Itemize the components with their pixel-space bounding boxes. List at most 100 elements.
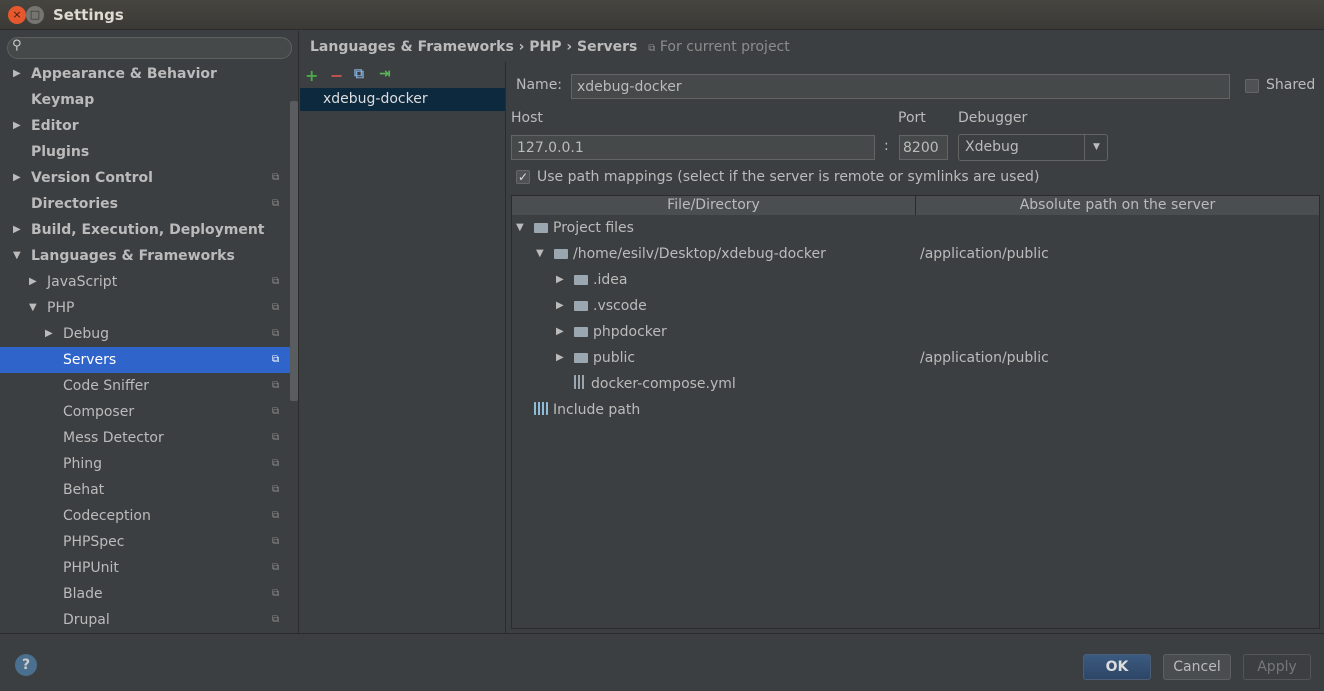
add-icon[interactable]: + bbox=[305, 66, 318, 85]
table-row[interactable]: ▼ /home/esilv/Desktop/xdebug-docker/appli… bbox=[512, 241, 1319, 267]
cancel-button[interactable]: Cancel bbox=[1163, 654, 1231, 680]
port-input[interactable] bbox=[899, 135, 948, 160]
ok-button[interactable]: OK bbox=[1083, 654, 1151, 680]
copy-icon[interactable]: ⧉ bbox=[354, 66, 364, 82]
debugger-select[interactable]: Xdebug ▼ bbox=[958, 134, 1108, 161]
table-row[interactable]: ▶ .vscode bbox=[512, 293, 1319, 319]
sidebar-item-keymap[interactable]: Keymap bbox=[0, 87, 290, 113]
yaml-file-icon bbox=[574, 375, 586, 389]
project-scope-icon: ⧉ bbox=[272, 276, 280, 287]
sidebar-item-javascript[interactable]: ▶ JavaScript ⧉ bbox=[0, 269, 290, 295]
sidebar-item-label: PHP bbox=[47, 300, 75, 316]
collapsed-arrow-icon[interactable]: ▶ bbox=[13, 217, 21, 243]
table-row[interactable]: docker-compose.yml bbox=[512, 371, 1319, 397]
debugger-value: Xdebug bbox=[965, 139, 1019, 155]
debugger-label: Debugger bbox=[958, 110, 1028, 126]
path-mappings-table: File/Directory Absolute path on the serv… bbox=[511, 195, 1320, 629]
collapsed-arrow-icon[interactable]: ▶ bbox=[556, 319, 564, 345]
sidebar-item-php[interactable]: ▼ PHP ⧉ bbox=[0, 295, 290, 321]
project-scope-icon: ⧉ bbox=[272, 172, 280, 183]
sidebar-item-phing[interactable]: Phing ⧉ bbox=[0, 451, 290, 477]
sidebar-item-mess-detector[interactable]: Mess Detector ⧉ bbox=[0, 425, 290, 451]
sidebar-item-codeception[interactable]: Codeception ⧉ bbox=[0, 503, 290, 529]
table-row[interactable]: ▶ phpdocker bbox=[512, 319, 1319, 345]
column-header-server-path[interactable]: Absolute path on the server bbox=[916, 196, 1319, 215]
folder-icon bbox=[574, 275, 588, 285]
project-scope-icon: ⧉ bbox=[272, 328, 280, 339]
name-label: Name: bbox=[516, 77, 563, 93]
collapsed-arrow-icon[interactable]: ▶ bbox=[556, 345, 564, 371]
apply-button[interactable]: Apply bbox=[1243, 654, 1311, 680]
collapsed-arrow-icon[interactable]: ▶ bbox=[13, 61, 21, 87]
table-row[interactable]: ▶ public/application/public bbox=[512, 345, 1319, 371]
folder-icon bbox=[574, 353, 588, 363]
collapsed-arrow-icon[interactable]: ▶ bbox=[556, 267, 564, 293]
sidebar-item-version-control[interactable]: ▶ Version Control ⧉ bbox=[0, 165, 290, 191]
sidebar-item-debug[interactable]: ▶ Debug ⧉ bbox=[0, 321, 290, 347]
server-path[interactable]: /application/public bbox=[920, 345, 1049, 371]
sidebar-item-label: Servers bbox=[63, 352, 117, 368]
path-mappings-label: Use path mappings (select if the server … bbox=[537, 169, 1040, 185]
table-row[interactable]: ▶ .idea bbox=[512, 267, 1319, 293]
sidebar-item-label: Plugins bbox=[31, 144, 90, 160]
sidebar-item-build-execution-deployment[interactable]: ▶ Build, Execution, Deployment bbox=[0, 217, 290, 243]
sidebar-item-drupal[interactable]: Drupal ⧉ bbox=[0, 607, 290, 633]
collapsed-arrow-icon[interactable]: ▶ bbox=[13, 165, 21, 191]
server-path[interactable]: /application/public bbox=[920, 241, 1049, 267]
server-item[interactable]: xdebug-docker bbox=[300, 88, 505, 111]
sidebar-item-servers[interactable]: Servers ⧉ bbox=[0, 347, 290, 373]
file-name: public bbox=[593, 350, 636, 366]
expanded-arrow-icon[interactable]: ▼ bbox=[516, 215, 524, 241]
project-scope-icon: ⧉ bbox=[272, 614, 280, 625]
name-input[interactable] bbox=[571, 74, 1230, 99]
file-name: .idea bbox=[593, 272, 628, 288]
table-row[interactable]: Include path bbox=[512, 397, 1319, 423]
column-header-file[interactable]: File/Directory bbox=[512, 196, 916, 215]
collapsed-arrow-icon[interactable]: ▶ bbox=[556, 293, 564, 319]
chevron-down-icon[interactable]: ▼ bbox=[1084, 135, 1108, 160]
expanded-arrow-icon[interactable]: ▼ bbox=[29, 295, 37, 321]
table-row[interactable]: ▼ Project files bbox=[512, 215, 1319, 241]
maximize-icon[interactable]: □ bbox=[26, 6, 44, 24]
shared-checkbox[interactable] bbox=[1245, 79, 1259, 93]
collapsed-arrow-icon[interactable]: ▶ bbox=[29, 269, 37, 295]
sidebar-item-label: Build, Execution, Deployment bbox=[31, 222, 265, 238]
sidebar-item-label: Composer bbox=[63, 404, 135, 420]
folder-icon bbox=[574, 327, 588, 337]
search-input[interactable]: ⚲ bbox=[7, 37, 292, 59]
sidebar-item-appearance-behavior[interactable]: ▶ Appearance & Behavior bbox=[0, 61, 290, 87]
path-mappings-checkbox[interactable]: ✓ bbox=[516, 170, 530, 184]
file-name: phpdocker bbox=[593, 324, 667, 340]
sidebar-item-behat[interactable]: Behat ⧉ bbox=[0, 477, 290, 503]
expanded-arrow-icon[interactable]: ▼ bbox=[13, 243, 21, 269]
project-scope-icon: ⧉ bbox=[272, 380, 280, 391]
import-icon[interactable]: ⇥ bbox=[379, 66, 391, 82]
expanded-arrow-icon[interactable]: ▼ bbox=[536, 241, 544, 267]
sidebar-item-composer[interactable]: Composer ⧉ bbox=[0, 399, 290, 425]
collapsed-arrow-icon[interactable]: ▶ bbox=[45, 321, 53, 347]
breadcrumb: Languages & Frameworks › PHP › Servers ⧉… bbox=[310, 39, 790, 55]
sidebar-item-phpspec[interactable]: PHPSpec ⧉ bbox=[0, 529, 290, 555]
sidebar-item-languages-frameworks[interactable]: ▼ Languages & Frameworks bbox=[0, 243, 290, 269]
file-name: /home/esilv/Desktop/xdebug-docker bbox=[573, 246, 826, 262]
shared-label: Shared bbox=[1266, 77, 1316, 93]
project-scope-icon: ⧉ bbox=[272, 562, 280, 573]
sidebar-item-code-sniffer[interactable]: Code Sniffer ⧉ bbox=[0, 373, 290, 399]
folder-icon bbox=[534, 223, 548, 233]
sidebar-item-label: Editor bbox=[31, 118, 79, 134]
project-scope-icon: ⧉ bbox=[272, 484, 280, 495]
sidebar-item-phpunit[interactable]: PHPUnit ⧉ bbox=[0, 555, 290, 581]
sidebar-item-plugins[interactable]: Plugins bbox=[0, 139, 290, 165]
help-button[interactable]: ? bbox=[15, 654, 37, 676]
close-icon[interactable]: × bbox=[8, 6, 26, 24]
sidebar-item-directories[interactable]: Directories ⧉ bbox=[0, 191, 290, 217]
file-name: Include path bbox=[553, 402, 641, 418]
remove-icon[interactable]: − bbox=[330, 66, 343, 85]
sidebar-scrollbar[interactable] bbox=[290, 101, 298, 401]
host-input[interactable] bbox=[511, 135, 875, 160]
sidebar-item-blade[interactable]: Blade ⧉ bbox=[0, 581, 290, 607]
collapsed-arrow-icon[interactable]: ▶ bbox=[13, 113, 21, 139]
sidebar-item-label: Behat bbox=[63, 482, 105, 498]
sidebar-item-editor[interactable]: ▶ Editor bbox=[0, 113, 290, 139]
sidebar-item-label: Mess Detector bbox=[63, 430, 164, 446]
